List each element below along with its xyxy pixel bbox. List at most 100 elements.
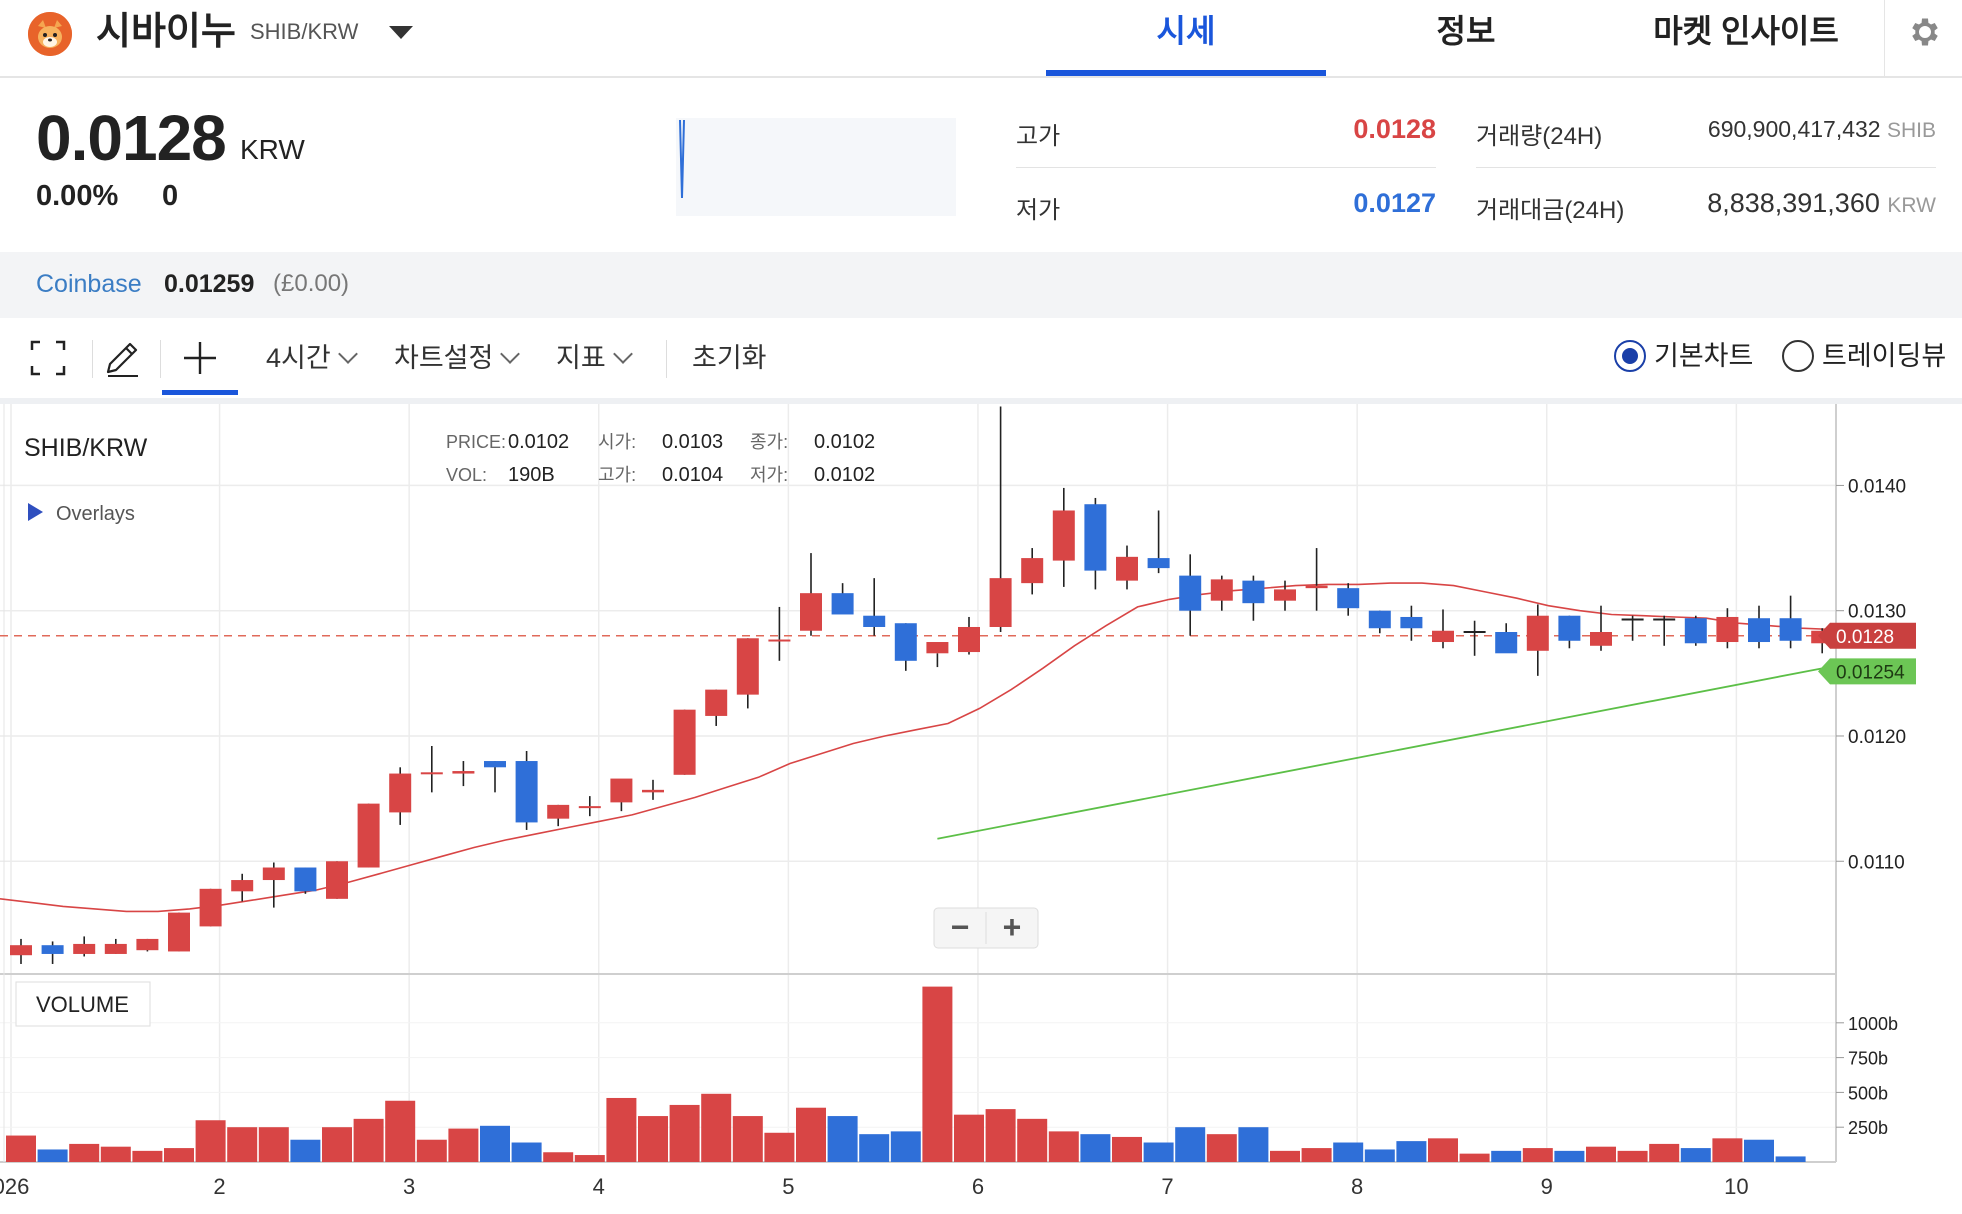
candle[interactable] [10, 938, 32, 964]
volume-bar[interactable] [132, 1150, 163, 1162]
overlays-toggle[interactable]: Overlays [56, 503, 135, 525]
volume-bar[interactable] [669, 1104, 700, 1162]
candle[interactable] [958, 616, 980, 655]
volume-bar[interactable] [290, 1139, 321, 1162]
volume-bar[interactable] [1428, 1138, 1458, 1162]
candle[interactable] [610, 778, 633, 812]
candle[interactable] [578, 796, 601, 817]
candle[interactable] [420, 746, 443, 793]
settings-button[interactable] [1884, 0, 1962, 76]
candle[interactable] [294, 867, 317, 894]
candle[interactable] [736, 638, 759, 709]
volume-bar[interactable] [258, 1127, 289, 1162]
volume-bar[interactable] [1048, 1131, 1079, 1162]
candle[interactable] [389, 767, 412, 825]
volume-bar[interactable] [1080, 1134, 1111, 1162]
candle[interactable] [41, 941, 64, 964]
candle[interactable] [1052, 487, 1075, 587]
candle[interactable] [452, 761, 475, 787]
volume-bar[interactable] [1586, 1146, 1616, 1162]
candle[interactable] [863, 578, 886, 636]
exchange-name[interactable]: Coinbase [36, 270, 142, 299]
volume-bar[interactable] [1333, 1142, 1364, 1162]
basic-chart-label[interactable]: 기본차트 [1654, 338, 1753, 374]
volume-bar[interactable] [385, 1100, 416, 1162]
candle[interactable] [768, 606, 791, 661]
candle[interactable] [1716, 608, 1739, 649]
volume-series[interactable] [6, 986, 1806, 1162]
candle[interactable] [484, 761, 506, 793]
zoom-in-button[interactable]: + [1003, 909, 1022, 945]
volume-bar[interactable] [1238, 1127, 1269, 1162]
candle[interactable] [1432, 609, 1454, 649]
tradingview-radio[interactable] [1782, 340, 1814, 372]
candle[interactable] [673, 709, 696, 775]
volume-bar[interactable] [954, 1114, 984, 1162]
candle[interactable] [326, 861, 348, 899]
volume-bar[interactable] [606, 1097, 637, 1162]
candle[interactable] [1748, 605, 1770, 649]
candle[interactable] [1179, 554, 1202, 636]
candle[interactable] [894, 623, 917, 671]
candle[interactable] [1305, 548, 1328, 611]
volume-bar[interactable] [1175, 1127, 1206, 1162]
volume-bar[interactable] [1206, 1134, 1237, 1162]
volume-bar[interactable] [796, 1107, 826, 1162]
volume-bar[interactable] [1680, 1148, 1711, 1162]
volume-bar[interactable] [1775, 1156, 1806, 1162]
candle[interactable] [136, 938, 159, 952]
candle[interactable] [515, 751, 538, 830]
price-chart[interactable]: 0.0110 0.0120 0.0130 0.0140 250b 500b 750b 1000… [0, 404, 1962, 1214]
candle[interactable] [1779, 595, 1802, 649]
candle[interactable] [1116, 545, 1138, 590]
volume-bar[interactable] [37, 1149, 68, 1162]
volume-bar[interactable] [353, 1118, 384, 1162]
candle[interactable] [357, 803, 380, 868]
volume-bar[interactable] [701, 1093, 732, 1162]
volume-bar[interactable] [764, 1132, 795, 1162]
candle[interactable] [1621, 615, 1644, 641]
volume-bar[interactable] [1459, 1153, 1490, 1162]
volume-bar[interactable] [416, 1139, 447, 1162]
volume-bar[interactable] [1712, 1138, 1743, 1162]
candle[interactable] [1210, 575, 1233, 611]
candlestick-series[interactable] [10, 406, 1865, 964]
candle[interactable] [642, 779, 664, 800]
candle[interactable] [231, 873, 254, 902]
candle[interactable] [831, 583, 854, 615]
volume-bar[interactable] [1396, 1141, 1427, 1162]
coin-dropdown-icon[interactable] [386, 22, 416, 42]
pencil-icon[interactable] [100, 336, 144, 380]
volume-bar[interactable] [195, 1120, 226, 1162]
candle[interactable] [199, 888, 222, 927]
volume-bar[interactable] [1112, 1136, 1142, 1162]
volume-bar[interactable] [227, 1127, 258, 1162]
candle[interactable] [1495, 623, 1518, 654]
volume-bar[interactable] [985, 1109, 1016, 1162]
candle[interactable] [547, 804, 570, 827]
volume-bar[interactable] [1617, 1150, 1648, 1162]
volume-bar[interactable] [322, 1127, 352, 1162]
candle[interactable] [1463, 620, 1486, 656]
candle[interactable] [926, 642, 949, 668]
volume-bar[interactable] [1143, 1142, 1174, 1162]
candle[interactable] [1242, 575, 1265, 621]
volume-bar[interactable] [1522, 1148, 1553, 1162]
tradingview-label[interactable]: 트레이딩뷰 [1822, 338, 1946, 374]
candle[interactable] [1084, 497, 1107, 590]
candle[interactable] [1653, 615, 1676, 646]
candle[interactable] [1526, 604, 1549, 676]
candle[interactable] [168, 912, 190, 952]
candle[interactable] [262, 862, 285, 908]
volume-bar[interactable] [100, 1146, 131, 1162]
volume-bar[interactable] [448, 1128, 479, 1162]
candle[interactable] [1684, 615, 1707, 646]
basic-chart-radio[interactable] [1614, 340, 1646, 372]
volume-bar[interactable] [6, 1135, 36, 1162]
candle[interactable] [1021, 548, 1044, 595]
tab-price[interactable]: 시세 [1046, 0, 1326, 76]
candle[interactable] [1558, 615, 1581, 649]
candle[interactable] [1368, 610, 1391, 634]
volume-bar[interactable] [1744, 1139, 1774, 1162]
reset-button[interactable]: 초기화 [692, 340, 767, 376]
